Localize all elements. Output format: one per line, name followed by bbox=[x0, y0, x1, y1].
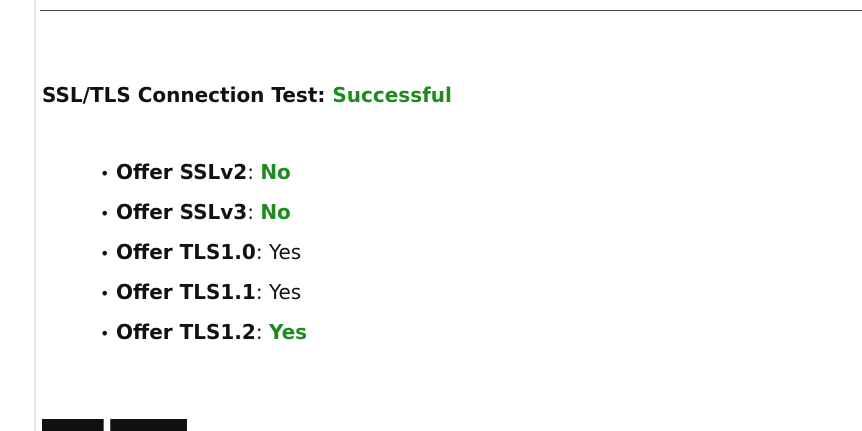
list-item-sslv3: • Offer SSLv3: No bbox=[100, 192, 307, 232]
bullet-icon: • bbox=[100, 284, 110, 303]
list-item-tls11: • Offer TLS1.1: Yes bbox=[100, 272, 307, 312]
page-left-border bbox=[34, 0, 36, 431]
option-value: Yes bbox=[268, 280, 302, 304]
list-item-tls10: • Offer TLS1.0: Yes bbox=[100, 232, 307, 272]
option-value: No bbox=[260, 200, 291, 224]
bullet-icon: • bbox=[100, 204, 110, 223]
list-item-tls12: • Offer TLS1.2: Yes bbox=[100, 312, 307, 352]
option-separator: : bbox=[247, 160, 261, 184]
option-separator: : bbox=[255, 240, 269, 264]
option-label: Offer TLS1.0 bbox=[116, 240, 256, 264]
option-label: Offer TLS1.1 bbox=[116, 280, 256, 304]
option-separator: : bbox=[255, 320, 269, 344]
option-label: Offer SSLv2 bbox=[116, 160, 248, 184]
option-separator: : bbox=[247, 200, 261, 224]
bullet-icon: • bbox=[100, 244, 110, 263]
option-separator: : bbox=[255, 280, 269, 304]
cropped-next-heading: ▆▆▆▆ ▆▆▆▆▆ bbox=[42, 419, 188, 431]
heading-status: Successful bbox=[332, 83, 452, 107]
option-label: Offer SSLv3 bbox=[116, 200, 248, 224]
option-value: Yes bbox=[268, 240, 302, 264]
ssl-tls-test-heading: SSL/TLS Connection Test: Successful bbox=[42, 83, 452, 107]
bullet-icon: • bbox=[100, 324, 110, 343]
list-item-sslv2: • Offer SSLv2: No bbox=[100, 152, 307, 192]
option-value: Yes bbox=[268, 320, 308, 344]
option-label: Offer TLS1.2 bbox=[116, 320, 256, 344]
bullet-icon: • bbox=[100, 164, 110, 183]
protocol-offer-list: • Offer SSLv2: No • Offer SSLv3: No • Offer… bbox=[100, 152, 307, 352]
heading-label: SSL/TLS Connection Test: bbox=[42, 83, 326, 107]
option-value: No bbox=[260, 160, 291, 184]
top-divider bbox=[40, 10, 862, 11]
